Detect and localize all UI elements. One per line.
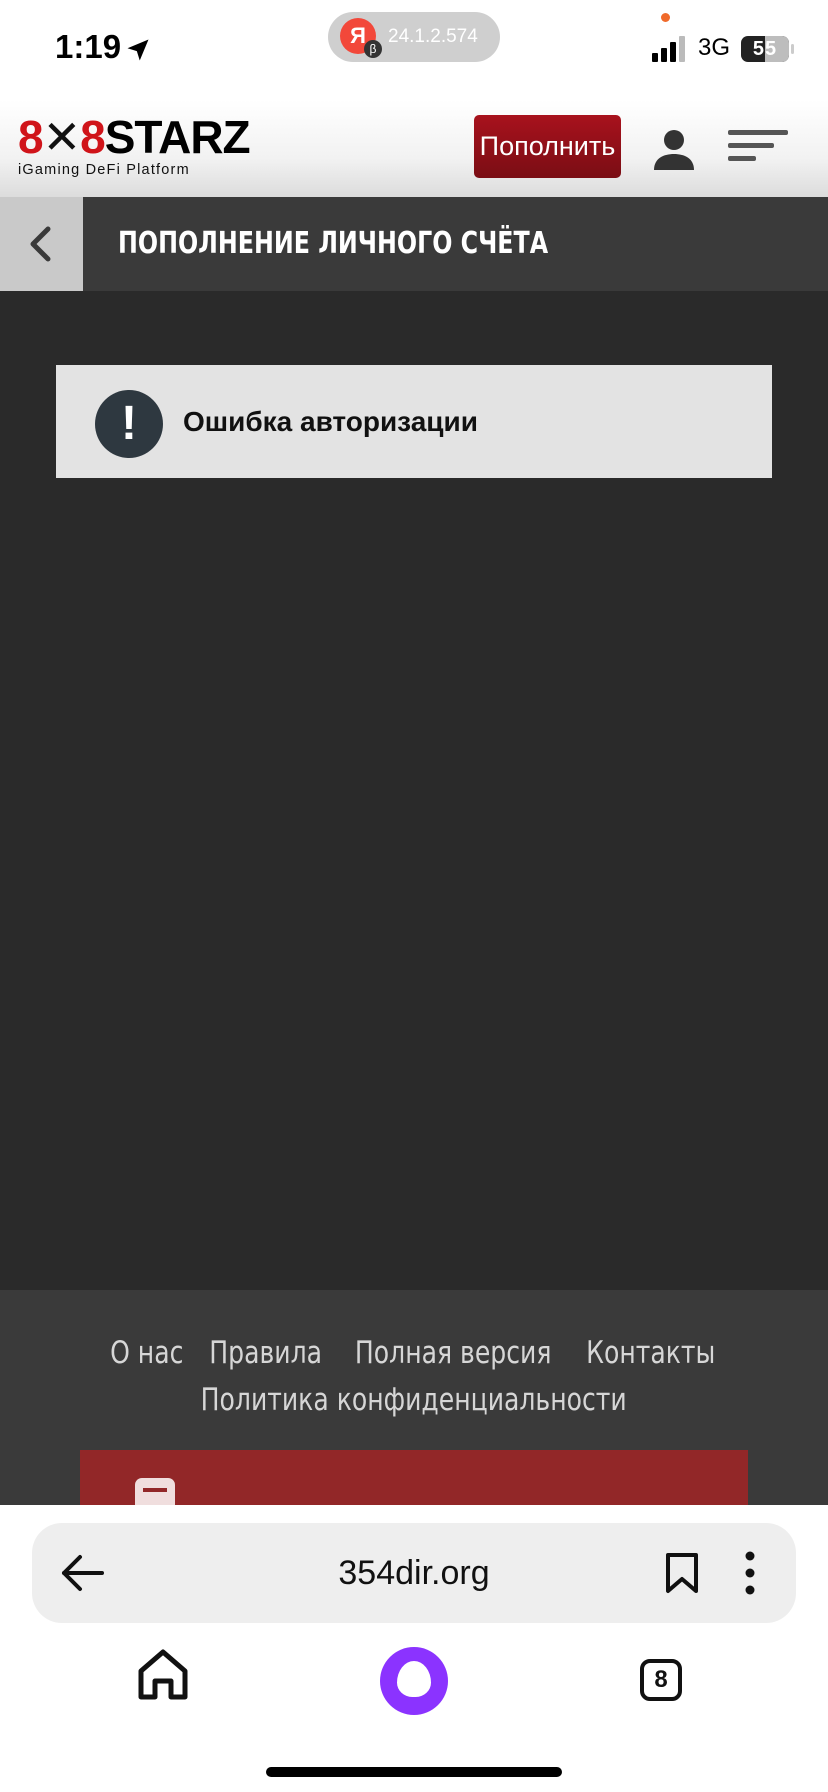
home-indicator bbox=[266, 1767, 562, 1777]
network-type: 3G bbox=[698, 34, 731, 61]
back-button[interactable] bbox=[0, 197, 83, 291]
alice-assistant-icon[interactable] bbox=[380, 1647, 448, 1715]
beta-badge: β bbox=[364, 40, 382, 58]
address-bar[interactable]: 354dir.org bbox=[32, 1523, 796, 1623]
browser-version: 24.1.2.574 bbox=[388, 26, 478, 47]
footer-link-rules[interactable]: Правила bbox=[209, 1330, 322, 1377]
user-icon[interactable] bbox=[650, 126, 698, 174]
battery-level: 55 bbox=[752, 38, 778, 60]
error-message: Ошибка авторизации bbox=[183, 406, 478, 437]
browser-version-pill[interactable]: Я β 24.1.2.574 bbox=[328, 12, 500, 62]
hamburger-menu-icon[interactable] bbox=[728, 128, 790, 168]
battery-icon: 55 bbox=[741, 36, 789, 62]
footer-link-privacy[interactable]: Политика конфиденциальности bbox=[201, 1377, 627, 1424]
status-time: 1:19 bbox=[55, 28, 122, 65]
site-header: 8✕8STARZ iGaming DeFi Platform Пополнить bbox=[0, 100, 828, 197]
footer-links: О нас Правила Полная версия Контакты Политик… bbox=[0, 1330, 828, 1424]
cellular-signal-icon bbox=[652, 36, 685, 62]
chevron-left-icon bbox=[30, 226, 51, 262]
bookmark-icon[interactable] bbox=[664, 1551, 700, 1595]
status-bar: 1:19 Я β 24.1.2.574 3G 55 bbox=[0, 0, 828, 100]
error-alert: ! Ошибка авторизации bbox=[56, 365, 772, 478]
logo-tagline: iGaming DeFi Platform bbox=[18, 162, 190, 178]
browser-toolbar: 354dir.org 8 bbox=[0, 1505, 828, 1792]
location-arrow-icon bbox=[127, 39, 149, 61]
phone-icon bbox=[135, 1478, 175, 1505]
more-vertical-icon[interactable] bbox=[744, 1551, 756, 1595]
footer-link-contacts[interactable]: Контакты bbox=[586, 1330, 715, 1377]
page-title: ПОПОЛНЕНИЕ ЛИЧНОГО СЧЁТА bbox=[118, 226, 549, 261]
footer-link-full-version[interactable]: Полная версия bbox=[355, 1330, 552, 1377]
site-logo[interactable]: 8✕8STARZ iGaming DeFi Platform bbox=[18, 111, 251, 178]
footer-link-about[interactable]: О нас bbox=[110, 1330, 183, 1377]
tabs-icon[interactable]: 8 bbox=[640, 1659, 682, 1701]
site-footer: О нас Правила Полная версия Контакты Политик… bbox=[0, 1290, 828, 1505]
mobile-app-banner[interactable] bbox=[80, 1450, 748, 1505]
exclamation-icon: ! bbox=[95, 390, 163, 458]
privacy-indicator-dot bbox=[661, 13, 670, 22]
deposit-button[interactable]: Пополнить bbox=[474, 115, 621, 178]
logo-word: STARZ bbox=[104, 111, 251, 163]
home-icon[interactable] bbox=[136, 1647, 190, 1703]
page-title-bar: ПОПОЛНЕНИЕ ЛИЧНОГО СЧЁТА bbox=[0, 197, 828, 291]
